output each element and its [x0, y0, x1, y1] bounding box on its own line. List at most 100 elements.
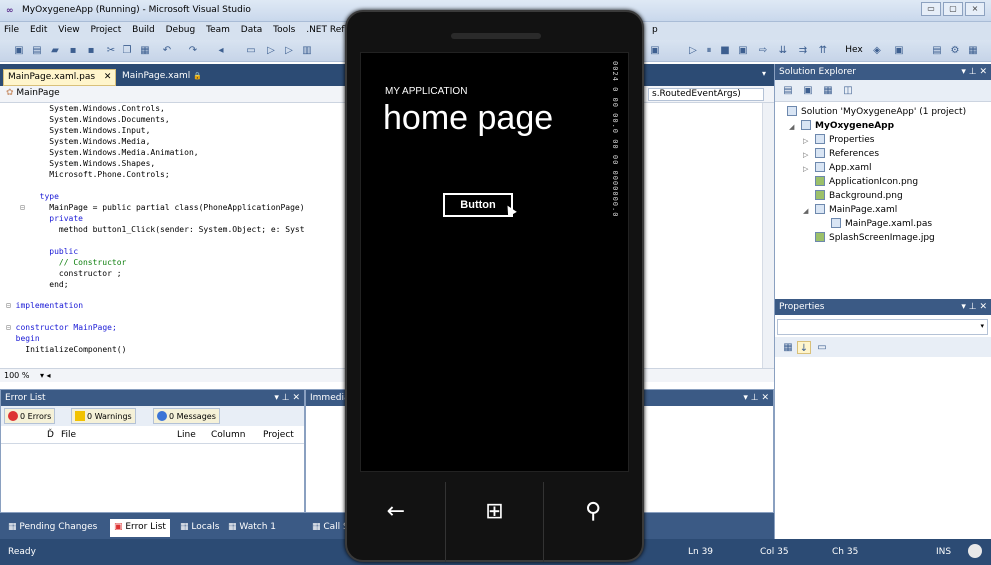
alphabetical-icon[interactable]: ↓ [797, 341, 811, 354]
menu-help[interactable]: p [648, 22, 662, 38]
show-next-statement-icon[interactable]: ⇨ [756, 44, 770, 57]
properties-object-dropdown[interactable]: ▾ [777, 319, 988, 335]
menu-view[interactable]: View [54, 22, 83, 38]
tab-mainpage-xaml[interactable]: MainPage.xaml 🔒 [118, 69, 206, 86]
add-item-icon[interactable]: ▤ [30, 44, 44, 57]
tab-error-list[interactable]: ▣ Error List [110, 519, 170, 537]
tab-locals[interactable]: ▦ Locals [176, 519, 223, 537]
back-button[interactable]: ← [347, 482, 445, 562]
toolbox-icon[interactable]: ▤ [930, 44, 944, 57]
stop-icon[interactable]: ■ [718, 44, 732, 57]
save-all-icon[interactable]: ▪ [84, 44, 98, 57]
column-column[interactable]: Column [211, 430, 245, 440]
collapse-icon[interactable]: ⊟ [20, 203, 25, 214]
start-button[interactable]: ⊞ [444, 482, 544, 562]
close-button[interactable]: ⨯ [965, 2, 985, 16]
editor-vertical-scrollbar[interactable] [762, 103, 774, 368]
warnings-filter-button[interactable]: 0 Warnings [71, 408, 136, 424]
menu-project[interactable]: Project [86, 22, 125, 38]
find-icon[interactable]: ▭ [244, 44, 258, 57]
zoom-level[interactable]: 100 % [4, 371, 29, 380]
column-line[interactable]: Line [177, 430, 196, 440]
tab-pending-changes[interactable]: ▦ Pending Changes [4, 519, 101, 537]
tab-watch-1[interactable]: ▦ Watch 1 [224, 519, 280, 537]
menu-data[interactable]: Data [237, 22, 267, 38]
error-list-title: Error List [5, 393, 46, 403]
tree-item-mainpage-xaml[interactable]: MainPage.xaml [815, 204, 897, 217]
properties-icon[interactable]: ▤ [781, 84, 795, 97]
member-dropdown[interactable]: s.RoutedEventArgs) [648, 88, 764, 101]
breakpoints-icon[interactable]: ◈ [870, 44, 884, 57]
search-button[interactable]: ⚲ [543, 482, 642, 562]
tree-item-mainpage-xaml-pas[interactable]: MainPage.xaml.pas [831, 218, 932, 231]
solution-explorer-toolbar: ▤ ▣ ▦ ◫ [775, 80, 991, 102]
show-all-files-icon[interactable]: ▣ [801, 84, 815, 97]
tree-item-solution[interactable]: Solution 'MyOxygeneApp' (1 project) [787, 106, 966, 119]
errors-filter-button[interactable]: 0 Errors [4, 408, 56, 424]
refresh-icon[interactable]: ▦ [821, 84, 835, 97]
solution-icon[interactable]: ▥ [300, 44, 314, 57]
paste-icon[interactable]: ▦ [138, 44, 152, 57]
tree-item-splashscreen[interactable]: SplashScreenImage.jpg [815, 232, 935, 245]
save-icon[interactable]: ▪ [66, 44, 80, 57]
type-dropdown[interactable]: ✿ MainPage [6, 88, 60, 98]
column-file[interactable]: File [61, 430, 76, 440]
menu-edit[interactable]: Edit [26, 22, 51, 38]
new-project-icon[interactable]: ▣ [12, 44, 26, 57]
maximize-button[interactable]: ▢ [943, 2, 963, 16]
tree-item-properties[interactable]: Properties [815, 134, 874, 147]
start-debug-icon[interactable]: ▷ [264, 44, 278, 57]
column-description[interactable]: Ď [47, 430, 54, 440]
hex-icon[interactable]: Hex [844, 44, 864, 57]
tree-item-project[interactable]: MyOxygeneApp [801, 120, 894, 133]
panel-pin-controls[interactable]: ▾ ⊥ ✕ [743, 393, 769, 403]
messages-filter-button[interactable]: 0 Messages [153, 408, 220, 424]
step-out-icon[interactable]: ⇈ [816, 44, 830, 57]
restart-icon[interactable]: ▣ [736, 44, 750, 57]
menu-debug[interactable]: Debug [162, 22, 200, 38]
extensions-icon[interactable]: ▦ [966, 44, 980, 57]
code-line: public [30, 247, 79, 256]
tree-item-references[interactable]: References [815, 148, 879, 161]
expand-arrow-icon[interactable]: ▷ [803, 165, 808, 173]
tree-item-app-xaml[interactable]: App.xaml [815, 162, 872, 175]
menu-file[interactable]: File [0, 22, 23, 38]
minimize-button[interactable]: ▭ [921, 2, 941, 16]
step-icon[interactable]: ▷ [282, 44, 296, 57]
panel-pin-controls[interactable]: ▾ ⊥ ✕ [961, 302, 987, 312]
phone-button[interactable]: Button [443, 193, 513, 217]
tab-mainpage-xaml-pas[interactable]: MainPage.xaml.pas ✕ [3, 69, 117, 86]
categorized-icon[interactable]: ▦ [781, 341, 795, 354]
menu-team[interactable]: Team [202, 22, 234, 38]
redo-icon[interactable]: ↷ [186, 44, 200, 57]
menu-build[interactable]: Build [128, 22, 159, 38]
view-class-diagram-icon[interactable]: ◫ [841, 84, 855, 97]
open-icon[interactable]: ▰ [48, 44, 62, 57]
debug-target-icon[interactable]: ▣ [648, 44, 662, 57]
step-into-icon[interactable]: ⇊ [776, 44, 790, 57]
collapse-arrow-icon[interactable]: ◢ [789, 123, 794, 131]
panel-pin-controls[interactable]: ▾ ⊥ ✕ [961, 67, 987, 77]
panel-pin-controls[interactable]: ▾ ⊥ ✕ [274, 393, 300, 403]
menu-tools[interactable]: Tools [269, 22, 299, 38]
navigate-backward-icon[interactable]: ◂ [214, 44, 228, 57]
undo-icon[interactable]: ↶ [160, 44, 174, 57]
pause-icon[interactable]: ⏸ [702, 44, 716, 57]
tree-item-application-icon[interactable]: ApplicationIcon.png [815, 176, 918, 189]
cut-icon[interactable]: ✂ [104, 44, 118, 57]
tab-dropdown-icon[interactable]: ▾ [762, 69, 766, 78]
back-arrow-icon: ← [386, 499, 406, 524]
zoom-dropdown-icon[interactable]: ▾ ◂ [40, 371, 51, 380]
step-over-icon[interactable]: ⇉ [796, 44, 810, 57]
column-project[interactable]: Project [263, 430, 294, 440]
tree-item-background[interactable]: Background.png [815, 190, 903, 203]
collapse-arrow-icon[interactable]: ◢ [803, 207, 808, 215]
expand-arrow-icon[interactable]: ▷ [803, 137, 808, 145]
continue-icon[interactable]: ▷ [686, 44, 700, 57]
property-pages-icon[interactable]: ▭ [815, 341, 829, 354]
copy-icon[interactable]: ❐ [120, 44, 134, 57]
output-icon[interactable]: ▣ [892, 44, 906, 57]
expand-arrow-icon[interactable]: ▷ [803, 151, 808, 159]
close-tab-icon[interactable]: ✕ [104, 72, 112, 82]
settings-icon[interactable]: ⚙ [948, 44, 962, 57]
